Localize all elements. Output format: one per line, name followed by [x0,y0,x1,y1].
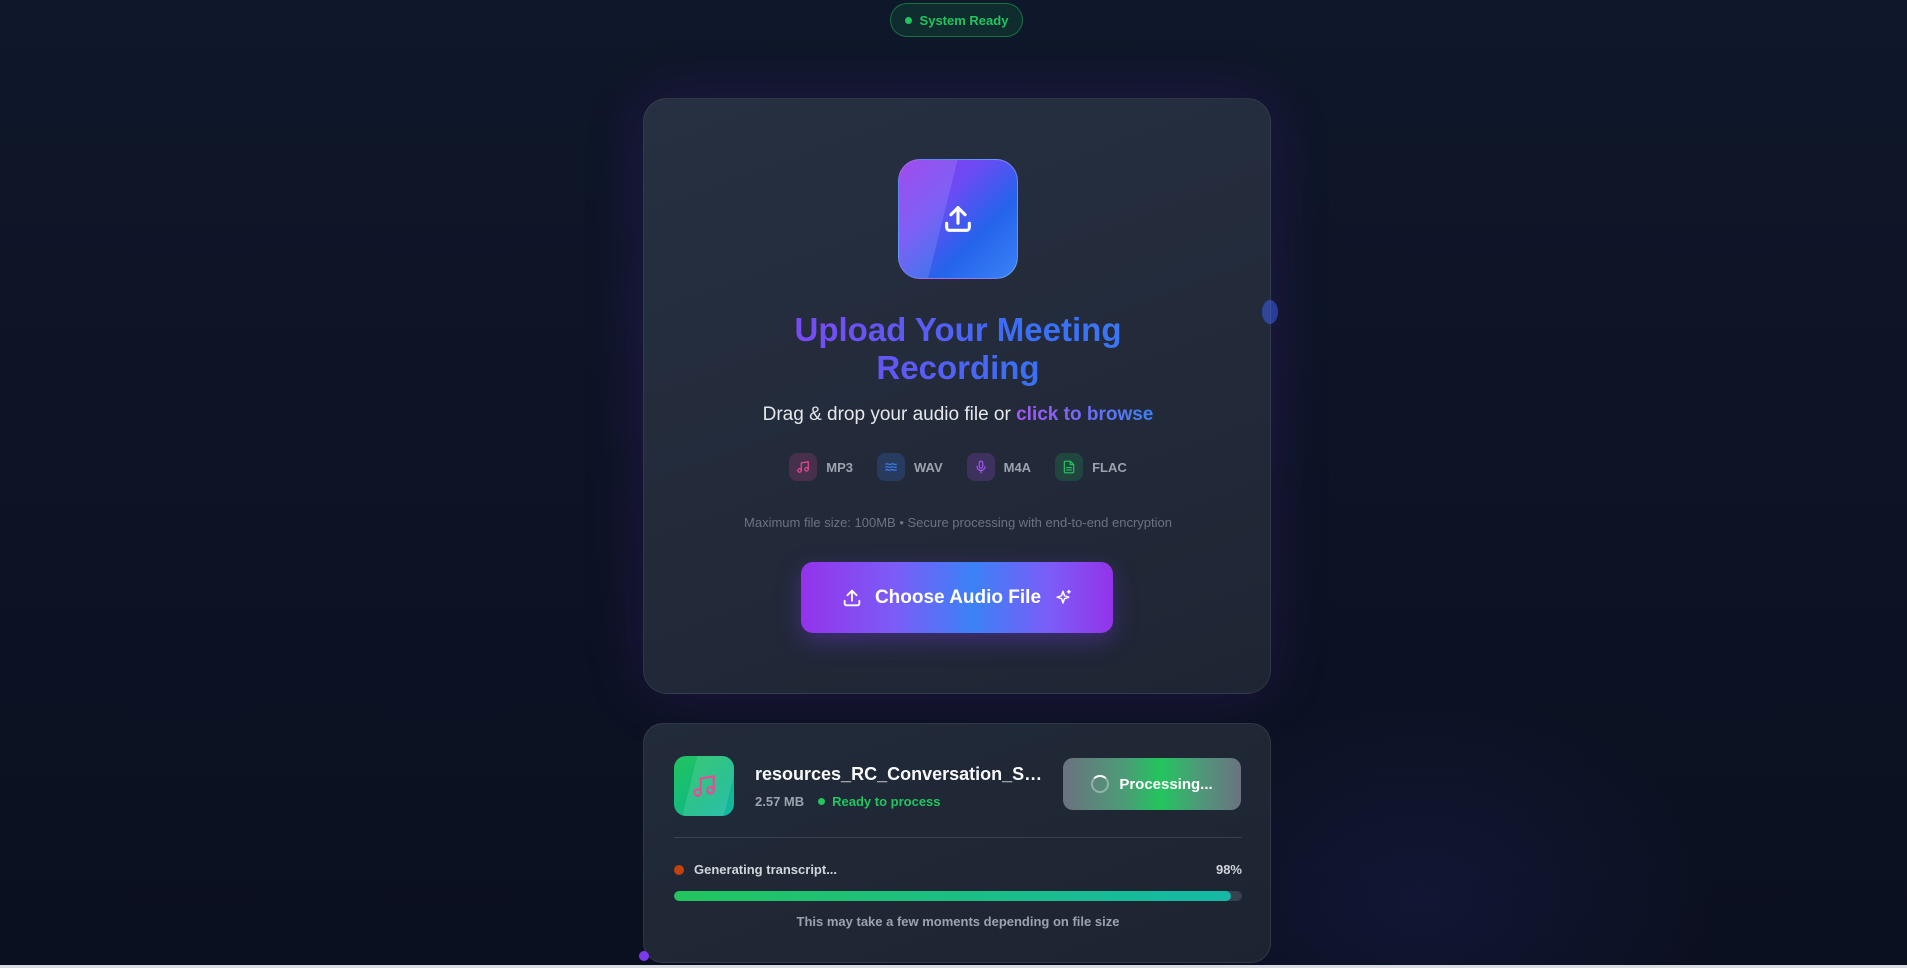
system-status-badge: System Ready [890,3,1023,37]
progress-bar [674,891,1242,901]
upload-subtitle: Drag & drop your audio file or click to … [644,404,1272,426]
upload-limits-note: Maximum file size: 100MB • Secure proces… [744,515,1172,530]
progress-bar-fill [674,891,1231,901]
format-mp3: MP3 [789,453,853,481]
upload-icon [898,159,1018,279]
file-card: resources_RC_Conversation_Sa... 2.57 MB … [643,723,1271,963]
music-note-icon [674,756,734,816]
format-flac: FLAC [1055,453,1127,481]
choose-audio-file-button[interactable]: Choose Audio File [801,562,1113,633]
file-status: Ready to process [818,794,941,809]
upload-title: Upload Your Meeting Recording [644,311,1272,387]
divider [674,837,1242,838]
file-meta: 2.57 MB Ready to process [755,794,941,809]
format-label: FLAC [1092,459,1127,475]
browse-link[interactable]: click to browse [1016,404,1153,425]
status-dot [818,798,826,805]
status-dot [904,16,912,24]
progress-percent: 98% [1215,862,1242,877]
upload-dropzone[interactable]: Upload Your Meeting Recording Drag & dro… [643,98,1271,694]
upload-icon [843,589,861,606]
app-page: System Ready Upload Your Meeting Recordi… [0,0,1907,968]
decorative-glow [1262,300,1278,324]
file-status-label: Ready to process [832,794,941,809]
music-note-icon [789,453,818,481]
progress-status-dot [674,864,684,875]
system-status-label: System Ready [919,12,1009,28]
progress-label: Generating transcript... [694,862,838,877]
upload-title-line1: Upload Your Meeting [794,311,1122,348]
microphone-icon [966,453,995,481]
supported-formats: MP3 WAV M4A FLAC [644,453,1272,481]
decorative-dot [639,951,649,961]
spinner-icon [1091,775,1110,793]
progress-hint: This may take a few moments depending on… [796,914,1120,929]
waveform-icon [876,453,905,481]
format-label: MP3 [826,459,853,475]
file-size: 2.57 MB [755,794,805,809]
document-icon [1055,453,1084,481]
format-wav: WAV [876,453,943,481]
processing-button[interactable]: Processing... [1063,758,1241,810]
upload-title-line2: Recording [876,349,1040,386]
format-label: WAV [913,459,943,475]
format-m4a: M4A [966,453,1032,481]
sparkles-icon [1056,589,1071,604]
subtitle-text: Drag & drop your audio file or [762,404,1017,425]
progress-status: Generating transcript... [674,862,837,877]
format-label: M4A [1003,459,1032,475]
choose-audio-file-label: Choose Audio File [874,586,1042,608]
progress-header: Generating transcript... 98% [674,862,1242,877]
processing-button-label: Processing... [1119,775,1213,793]
file-name: resources_RC_Conversation_Sa... [755,764,1045,784]
